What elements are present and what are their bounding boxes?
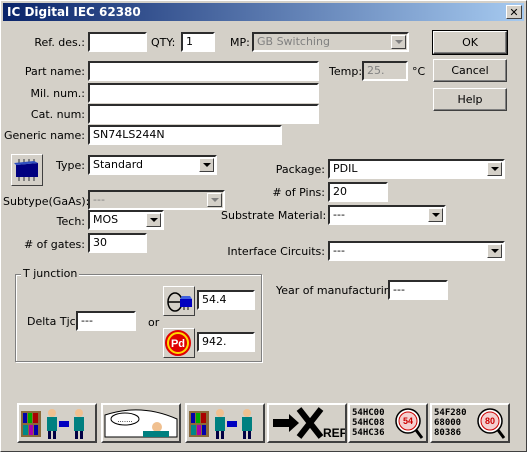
delta-tjc-label: Delta Tjc: bbox=[27, 315, 80, 328]
mp-select[interactable]: GB Switching bbox=[252, 32, 409, 52]
chevron-down-icon bbox=[428, 208, 443, 222]
library-people-button[interactable] bbox=[17, 403, 97, 443]
library-people-icon bbox=[189, 409, 252, 439]
chevron-down-icon bbox=[391, 35, 406, 49]
thermal-resistance-icon bbox=[167, 292, 192, 312]
or-label: or bbox=[148, 316, 160, 329]
interface-label: Interface Circuits: bbox=[227, 245, 325, 258]
package-label: Package: bbox=[275, 163, 325, 176]
pd-button[interactable]: Pd bbox=[163, 328, 195, 358]
delta-tjc-input[interactable]: --- bbox=[76, 311, 136, 331]
qty-input[interactable]: 1 bbox=[181, 32, 215, 52]
package-select-value: PDIL bbox=[333, 162, 358, 175]
type-select-value: Standard bbox=[93, 158, 144, 171]
temp-unit: °C bbox=[412, 65, 426, 78]
substrate-label: Substrate Material: bbox=[221, 209, 327, 222]
subtype-select[interactable]: --- bbox=[88, 190, 225, 210]
pd-input[interactable]: 942. bbox=[197, 332, 255, 352]
ref-text: REF bbox=[323, 426, 345, 440]
part-name-label: Part name: bbox=[24, 65, 85, 78]
temp-label: Temp: bbox=[329, 65, 363, 78]
part-name-input[interactable] bbox=[88, 61, 319, 81]
year-input[interactable]: --- bbox=[388, 280, 448, 300]
library-people-button-2[interactable] bbox=[185, 403, 265, 443]
magnifier-icon: 80 bbox=[477, 408, 506, 439]
search-badge: 54 bbox=[403, 416, 413, 426]
power-dissipation-icon: Pd bbox=[165, 330, 191, 356]
cat-num-label: Cat. num: bbox=[30, 108, 85, 121]
tech-select[interactable]: MOS bbox=[88, 210, 164, 230]
search-54f-button[interactable]: 54F280 68000 80386 80 bbox=[430, 403, 510, 443]
gates-label: # of gates: bbox=[23, 238, 85, 251]
chevron-down-icon bbox=[487, 162, 502, 176]
chevron-down-icon bbox=[487, 244, 502, 258]
theta-input[interactable]: 54.4 bbox=[197, 290, 255, 310]
cat-num-input[interactable] bbox=[88, 104, 319, 124]
ref-des-label: Ref. des.: bbox=[34, 36, 85, 49]
year-label: Year of manufacturing: bbox=[276, 284, 402, 297]
chevron-down-icon bbox=[199, 158, 214, 172]
search-54hc-button[interactable]: 54HC00 54HC08 54HC36 54 bbox=[348, 403, 428, 443]
type-label: Type: bbox=[56, 159, 85, 172]
cancel-button[interactable]: Cancel bbox=[433, 59, 507, 82]
temp-input[interactable]: 25. bbox=[362, 61, 408, 81]
ok-button[interactable]: OK bbox=[432, 30, 508, 55]
mil-num-label: Mil. num.: bbox=[30, 87, 85, 100]
mil-num-input[interactable] bbox=[88, 83, 319, 103]
generic-name-label: Generic name: bbox=[3, 129, 85, 142]
package-select[interactable]: PDIL bbox=[328, 159, 505, 179]
library-people-icon bbox=[21, 409, 84, 439]
tech-label: Tech: bbox=[56, 215, 85, 228]
interface-select[interactable]: --- bbox=[328, 241, 505, 261]
dialog-window: IC Digital IEC 62380 ✕ Ref. des.: QTY: 1… bbox=[0, 0, 527, 452]
svg-text:.......: ....... bbox=[117, 416, 133, 424]
close-button[interactable]: ✕ bbox=[506, 5, 522, 19]
chevron-down-icon bbox=[146, 213, 161, 227]
pins-input[interactable]: 20 bbox=[328, 182, 388, 202]
magnifier-icon: 54 bbox=[395, 408, 424, 439]
pins-label: # of Pins: bbox=[272, 186, 325, 199]
chip-icon bbox=[14, 159, 38, 181]
gates-input[interactable]: 30 bbox=[88, 233, 147, 253]
subtype-label: Subtype(GaAs): bbox=[3, 195, 90, 208]
chip-button[interactable] bbox=[11, 154, 43, 186]
cross-reference-icon: REF bbox=[273, 407, 345, 440]
title-bar: IC Digital IEC 62380 ✕ bbox=[3, 3, 524, 21]
ref-des-input[interactable] bbox=[88, 32, 147, 52]
interface-select-value: --- bbox=[333, 244, 345, 257]
help-button[interactable]: Help bbox=[433, 88, 507, 111]
tech-select-value: MOS bbox=[93, 213, 119, 226]
chat-person-icon: ....... bbox=[104, 409, 178, 438]
cross-reference-button[interactable]: REF bbox=[267, 403, 347, 443]
substrate-select[interactable]: --- bbox=[328, 205, 446, 225]
theta-button[interactable] bbox=[163, 286, 195, 316]
subtype-select-value: --- bbox=[93, 193, 105, 206]
pd-icon-text: Pd bbox=[171, 338, 185, 350]
t-junction-label: T junction bbox=[21, 267, 80, 281]
mp-label: MP: bbox=[230, 36, 250, 49]
substrate-select-value: --- bbox=[333, 208, 345, 221]
search-badge: 80 bbox=[485, 416, 495, 426]
mp-select-value: GB Switching bbox=[257, 35, 330, 48]
chat-person-button[interactable]: ....... bbox=[101, 403, 181, 443]
generic-name-input[interactable]: SN74LS244N bbox=[88, 125, 282, 145]
type-select[interactable]: Standard bbox=[88, 155, 217, 175]
qty-label: QTY: bbox=[151, 36, 176, 49]
window-title: IC Digital IEC 62380 bbox=[7, 5, 141, 19]
chevron-down-icon bbox=[207, 193, 222, 207]
